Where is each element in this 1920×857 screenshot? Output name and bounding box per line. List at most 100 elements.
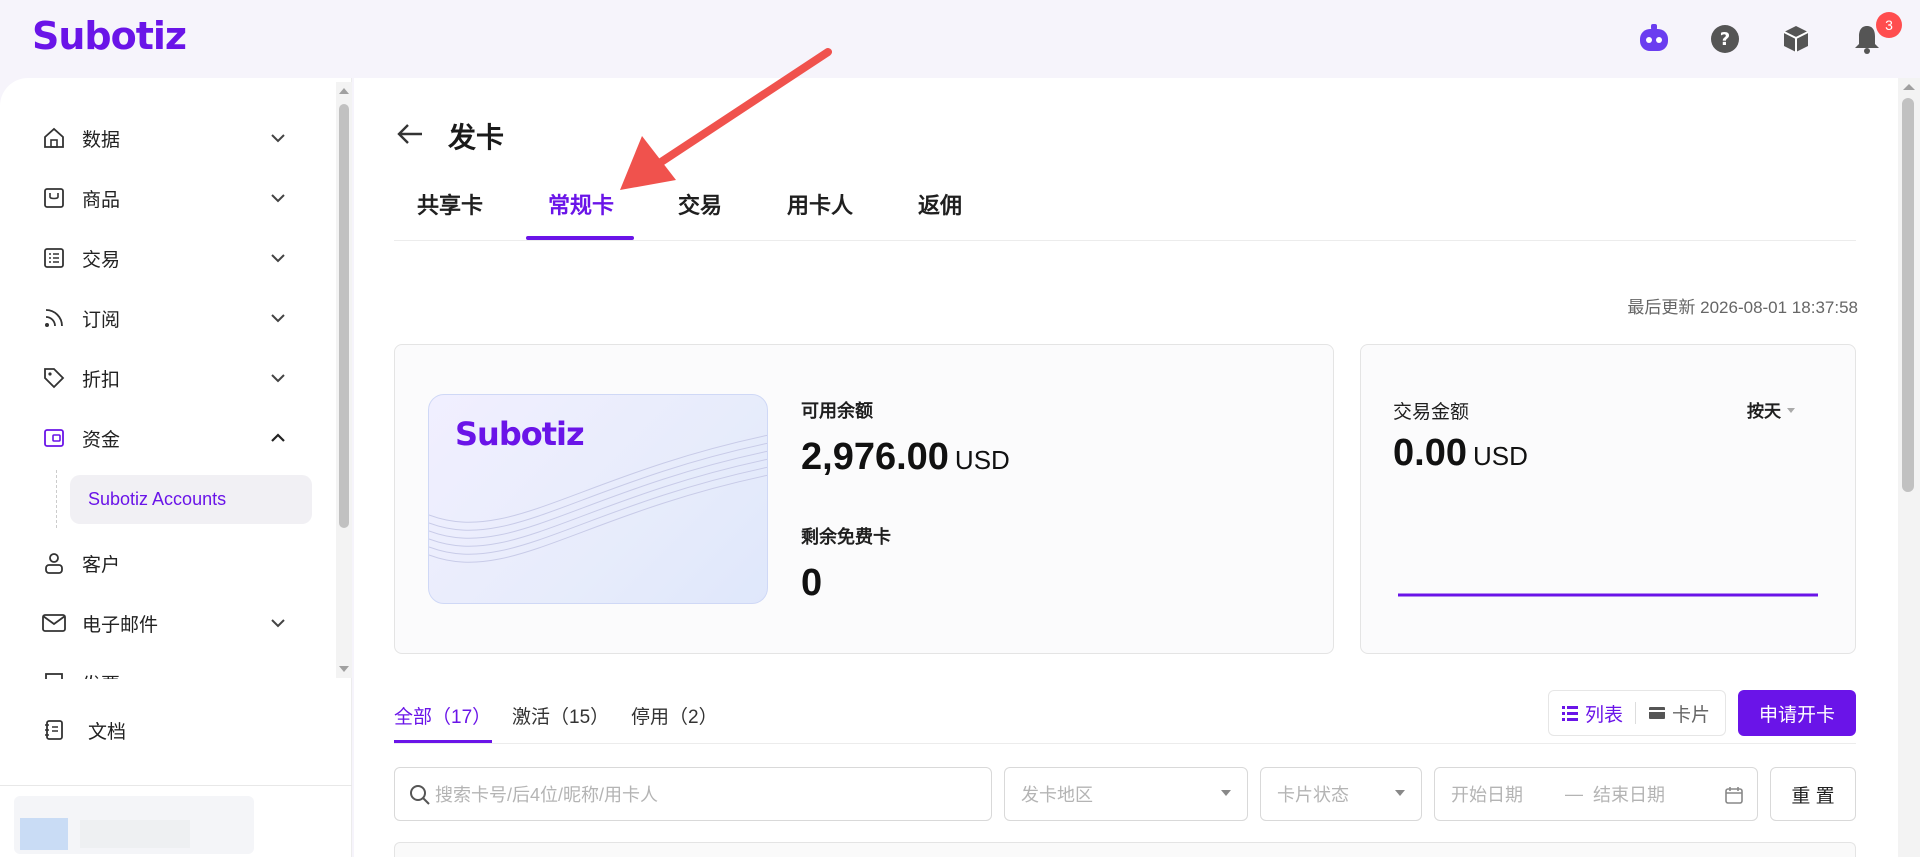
assistant-bot-icon[interactable] xyxy=(1637,22,1671,56)
chevron-up-icon xyxy=(271,433,285,442)
store-icon xyxy=(40,184,68,212)
view-card-button[interactable]: 卡片 xyxy=(1636,700,1722,727)
caret-down-icon xyxy=(1395,790,1405,796)
scroll-up-icon xyxy=(1903,84,1915,90)
invoice-icon xyxy=(40,669,68,679)
account-avatar[interactable] xyxy=(14,796,254,854)
sidebar-item-label: 电子邮件 xyxy=(82,614,159,636)
filter-tab-all[interactable]: 全部（17） xyxy=(394,702,491,729)
sidebar-item-label: 客户 xyxy=(82,554,121,576)
end-date-placeholder[interactable]: 结束日期 xyxy=(1593,781,1665,807)
chevron-down-icon xyxy=(271,374,285,383)
view-card-label: 卡片 xyxy=(1672,704,1711,726)
sidebar-item-label: 订阅 xyxy=(82,309,121,331)
date-separator: — xyxy=(1565,783,1583,804)
avatar-image xyxy=(20,818,68,850)
filter-divider xyxy=(394,743,1856,744)
sidebar-item-customers[interactable]: 客户 xyxy=(40,543,300,583)
view-list-button[interactable]: 列表 xyxy=(1549,700,1635,727)
view-list-label: 列表 xyxy=(1585,704,1624,726)
list-view-icon xyxy=(1562,706,1578,721)
app-logo[interactable]: Subotiz xyxy=(32,14,187,58)
chevron-down-icon xyxy=(271,254,285,263)
free-cards-value: 0 xyxy=(801,562,823,604)
rss-icon xyxy=(40,304,68,332)
date-range-picker[interactable]: 开始日期 — 结束日期 xyxy=(1434,767,1758,821)
card-status-select[interactable]: 卡片状态 xyxy=(1260,767,1422,821)
home-icon xyxy=(40,124,68,152)
table-header-edge xyxy=(394,842,1856,857)
view-toggle: 列表 卡片 xyxy=(1548,690,1726,736)
sidebar-item-label: 发票 xyxy=(82,670,120,680)
main-scroll-thumb[interactable] xyxy=(1902,98,1914,492)
tabs-divider xyxy=(394,240,1856,241)
chevron-down-icon xyxy=(271,314,285,323)
page-title: 发卡 xyxy=(448,122,505,153)
notification-badge: 3 xyxy=(1876,12,1902,38)
caret-down-icon xyxy=(1221,790,1231,796)
calendar-icon xyxy=(1725,787,1743,804)
card-wave-pattern xyxy=(429,434,767,563)
sidebar-item-label: 数据 xyxy=(82,129,121,151)
tag-icon xyxy=(40,364,68,392)
sidebar-item-label: 文档 xyxy=(88,721,127,743)
back-arrow-icon[interactable] xyxy=(394,118,426,150)
sidebar-item-subscriptions[interactable]: 订阅 xyxy=(40,298,300,338)
last-update-text: 最后更新 2026-08-01 18:37:58 xyxy=(1627,298,1858,317)
sidebar-item-docs[interactable]: 文档 xyxy=(40,710,300,750)
card-view-icon xyxy=(1649,707,1666,719)
sidebar-divider xyxy=(0,785,352,786)
user-icon xyxy=(40,549,68,577)
account-name-blurred xyxy=(80,820,190,848)
available-balance-value: 2,976.00 USD xyxy=(801,436,1010,479)
virtual-card-image: Subotiz xyxy=(428,394,768,604)
reset-button[interactable]: 重 置 xyxy=(1770,767,1856,821)
svg-text:?: ? xyxy=(1720,29,1730,50)
sidebar-item-data[interactable]: 数据 xyxy=(40,118,300,158)
sidebar-item-products[interactable]: 商品 xyxy=(40,178,300,218)
scroll-up-icon xyxy=(339,88,349,94)
top-bar: Subotiz ? 3 xyxy=(0,0,1920,78)
range-select[interactable]: 按天 xyxy=(1747,397,1801,422)
transaction-trend-line xyxy=(1398,593,1818,597)
wallet-icon xyxy=(40,424,68,452)
submenu-guide-line xyxy=(56,470,57,528)
chevron-down-icon xyxy=(271,619,285,628)
sidebar-scrollbar[interactable] xyxy=(336,82,352,678)
sidebar-item-label: 商品 xyxy=(82,189,121,211)
transaction-amount-label: 交易金额 xyxy=(1393,402,1470,423)
sidebar-item-invoices-inner: 发票 xyxy=(40,663,300,679)
status-placeholder: 卡片状态 xyxy=(1277,785,1349,805)
sidebar-item-funds[interactable]: 资金 xyxy=(40,418,300,458)
transaction-currency: USD xyxy=(1472,441,1528,471)
region-placeholder: 发卡地区 xyxy=(1021,785,1093,805)
tab-rebates[interactable]: 返佣 xyxy=(918,188,962,220)
search-input[interactable]: 搜索卡号/后4位/昵称/用卡人 xyxy=(394,767,992,821)
region-select[interactable]: 发卡地区 xyxy=(1004,767,1248,821)
chevron-down-icon xyxy=(271,194,285,203)
sidebar-item-label: 交易 xyxy=(82,249,121,271)
sidebar-subitem-subotiz-accounts[interactable]: Subotiz Accounts xyxy=(70,475,312,524)
filter-tab-active[interactable]: 激活（15） xyxy=(512,702,609,729)
sidebar-scroll-thumb[interactable] xyxy=(339,104,349,528)
main-scrollbar[interactable] xyxy=(1898,78,1920,857)
sidebar-item-label: 折扣 xyxy=(82,369,121,391)
apply-card-button[interactable]: 申请开卡 xyxy=(1738,690,1856,736)
search-placeholder: 搜索卡号/后4位/昵称/用卡人 xyxy=(435,785,659,805)
sidebar-item-discounts[interactable]: 折扣 xyxy=(40,358,300,398)
balance-amount: 2,976.00 xyxy=(801,436,949,478)
transaction-amount: 0.00 xyxy=(1393,432,1467,474)
package-icon[interactable] xyxy=(1779,22,1813,56)
document-icon xyxy=(40,716,68,744)
help-icon[interactable]: ? xyxy=(1708,22,1742,56)
sidebar-item-transactions[interactable]: 交易 xyxy=(40,238,300,278)
sidebar-item-email[interactable]: 电子邮件 xyxy=(40,603,300,643)
tab-shared-card[interactable]: 共享卡 xyxy=(417,188,483,220)
filter-tab-disabled[interactable]: 停用（2） xyxy=(631,702,718,729)
scroll-down-icon xyxy=(339,666,349,672)
available-balance-label: 可用余额 xyxy=(801,401,873,421)
sidebar-item-invoices[interactable]: 发票 xyxy=(40,663,300,679)
sidebar-item-label: 资金 xyxy=(82,429,121,451)
start-date-placeholder[interactable]: 开始日期 xyxy=(1451,781,1523,807)
chevron-down-icon xyxy=(266,671,290,679)
